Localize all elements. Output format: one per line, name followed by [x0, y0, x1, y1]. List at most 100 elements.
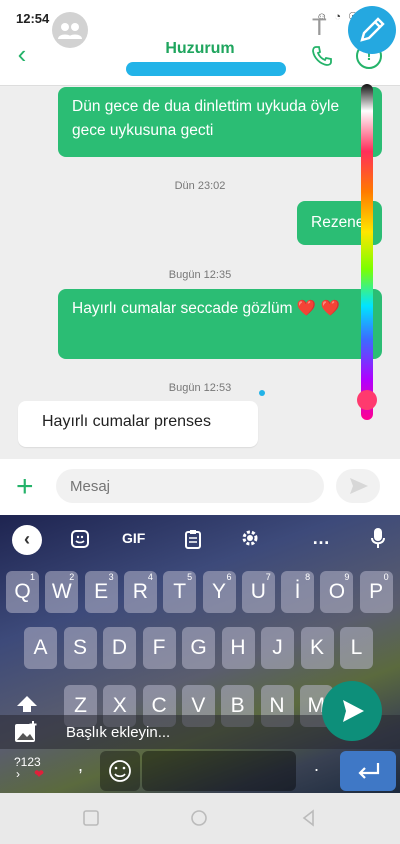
key-hint: 2 — [69, 572, 75, 582]
draw-dot — [259, 390, 265, 396]
chat-area[interactable]: Dün gece de dua dinlettim uykuda öyle ge… — [0, 87, 400, 459]
key[interactable]: R4 — [123, 571, 157, 613]
status-time: 12:54 — [16, 11, 50, 26]
shift-key[interactable] — [16, 695, 38, 718]
key-label: İ — [294, 580, 301, 603]
key-label: R — [132, 580, 148, 603]
gallery-add-icon[interactable] — [14, 721, 38, 743]
key-label: H — [230, 636, 246, 659]
space-key[interactable] — [142, 751, 296, 791]
key-hint: 6 — [226, 572, 232, 582]
key-label: Z — [74, 694, 87, 717]
back-nav-icon[interactable] — [300, 809, 318, 827]
key[interactable]: H — [221, 627, 255, 669]
key[interactable]: E3 — [84, 571, 118, 613]
chevron-left-icon[interactable]: ‹ — [12, 525, 42, 555]
key-hint: 5 — [187, 572, 193, 582]
key[interactable]: G — [182, 627, 215, 669]
key-label: N — [269, 694, 285, 717]
chevron-right-icon: › — [16, 767, 20, 781]
key-label: A — [33, 636, 48, 659]
redacted-subtitle — [126, 62, 286, 76]
phone-icon[interactable] — [310, 44, 334, 68]
key-label: U — [250, 580, 266, 603]
key-label: P — [369, 580, 384, 603]
key-label: B — [230, 694, 245, 717]
key-label: Y — [211, 580, 226, 603]
key-label: F — [152, 636, 166, 659]
heart-icon: ❤ — [34, 767, 45, 781]
key[interactable]: P0 — [359, 571, 393, 613]
key[interactable]: U7 — [241, 571, 275, 613]
send-button[interactable] — [336, 469, 380, 503]
undo-icon[interactable] — [150, 18, 176, 44]
key-hint: 1 — [29, 572, 35, 582]
message-out[interactable]: Dün gece de dua dinlettim uykuda öyle ge… — [58, 87, 382, 157]
emoji-key[interactable] — [100, 751, 140, 791]
crop-rotate-icon[interactable] — [200, 16, 228, 44]
key[interactable]: O9 — [320, 571, 354, 613]
group-avatar-icon[interactable] — [52, 12, 88, 48]
color-picker-slider[interactable] — [361, 84, 373, 420]
key-hint: 4 — [147, 572, 153, 582]
message-out[interactable]: Hayırlı cumalar seccade gözlüm ❤️ ❤️ — [58, 289, 382, 359]
system-nav-bar — [0, 793, 400, 844]
recent-apps-icon[interactable] — [82, 809, 100, 827]
key-hint: 8 — [305, 572, 311, 582]
key[interactable]: S — [63, 627, 97, 669]
settings-gear-icon[interactable] — [240, 528, 260, 548]
comma-key[interactable]: , — [78, 755, 83, 776]
key-hint: 7 — [265, 572, 271, 582]
key[interactable]: K — [300, 627, 334, 669]
key[interactable]: F — [142, 627, 176, 669]
more-options-icon[interactable]: … — [312, 528, 331, 549]
send-fab[interactable] — [322, 681, 382, 741]
key-label: D — [111, 636, 128, 659]
message-timestamp: Dün 23:02 — [174, 180, 226, 192]
key[interactable]: T5 — [163, 571, 197, 613]
pen-draw-icon[interactable] — [348, 6, 396, 54]
key-label: E — [94, 580, 109, 603]
key[interactable]: W2 — [45, 571, 79, 613]
key[interactable]: A — [24, 627, 57, 669]
home-icon[interactable] — [190, 809, 208, 827]
add-attachment-icon[interactable]: + — [16, 472, 34, 502]
enter-key[interactable] — [340, 751, 396, 791]
key-label: S — [72, 636, 87, 659]
message-input[interactable] — [56, 469, 324, 503]
key[interactable]: Y6 — [202, 571, 236, 613]
microphone-icon[interactable] — [370, 527, 386, 549]
composer-bar: + — [0, 459, 400, 515]
keyboard-toolbar: ‹ GIF … — [0, 515, 400, 563]
key-label: W — [51, 580, 72, 603]
key-label: T — [173, 580, 187, 603]
gif-button[interactable]: GIF — [122, 530, 145, 546]
key-label: V — [191, 694, 206, 717]
key-hint: 0 — [383, 572, 389, 582]
message-timestamp: Bugün 12:53 — [168, 382, 232, 394]
caption-input[interactable]: Başlık ekleyin... — [66, 724, 170, 741]
key-label: O — [328, 580, 346, 603]
message-timestamp: Bugün 12:35 — [168, 269, 232, 281]
key-label: J — [272, 636, 283, 659]
keyboard: ‹ GIF … Q1W2E3R4T5Y6U7İ8O9P0ASDFGHJKLZXC… — [0, 515, 400, 793]
key[interactable]: Q1 — [6, 571, 39, 613]
key[interactable]: D — [103, 627, 136, 669]
sticker-emoji-icon[interactable] — [252, 16, 280, 44]
key-label: G — [190, 636, 207, 659]
key[interactable]: J — [261, 627, 294, 669]
color-picker-handle[interactable] — [357, 390, 377, 410]
message-in[interactable]: Hayırlı cumalar prenses — [18, 401, 258, 447]
key-hint: 9 — [344, 572, 350, 582]
key-hint: 3 — [108, 572, 114, 582]
clipboard-icon[interactable] — [184, 528, 202, 550]
keyboard-bottom-row: ?123 › ❤ , . — [0, 749, 400, 793]
key-label: X — [112, 694, 127, 717]
key[interactable]: İ8 — [281, 571, 315, 613]
key-label: K — [309, 636, 324, 659]
period-key[interactable]: . — [314, 755, 319, 776]
key[interactable]: L — [340, 627, 373, 669]
sticker-icon[interactable] — [70, 529, 90, 549]
text-tool-icon[interactable]: T — [312, 14, 327, 42]
key-label: Q — [14, 580, 31, 603]
